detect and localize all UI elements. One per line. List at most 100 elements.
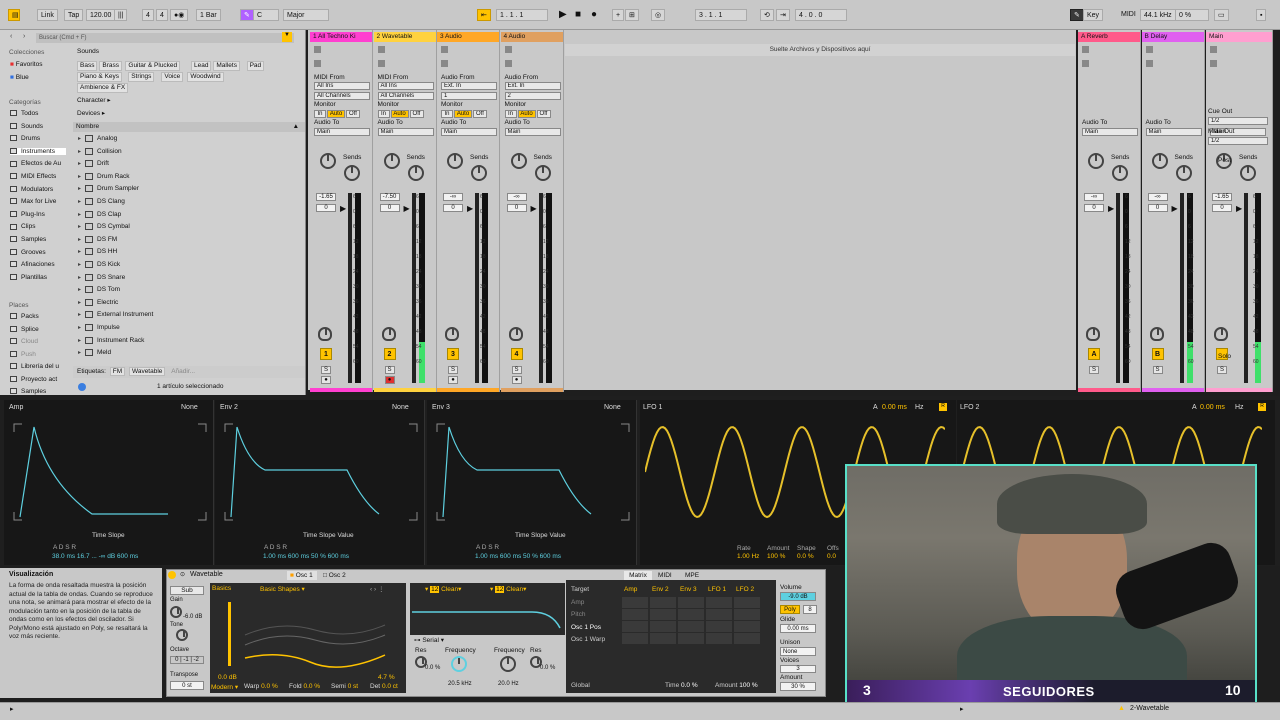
lfo1-rate-value[interactable]: 1.00 Hz [737, 553, 759, 560]
category-8[interactable]: Plug-Ins [10, 211, 45, 218]
freq-value[interactable]: 20.5 kHz [448, 681, 472, 687]
track-arm[interactable]: ● [384, 376, 395, 384]
main-out[interactable]: Main Out [1208, 128, 1234, 135]
devices-label[interactable]: Devices ▸ [77, 109, 105, 117]
device-item[interactable]: ▸ DS FM [78, 235, 117, 243]
category-9[interactable]: Clips [10, 223, 35, 230]
expand-icon[interactable]: ▸ [78, 286, 81, 293]
expand-icon[interactable]: ▸ [78, 299, 81, 306]
routing-select[interactable]: ⊶ Serial ▾ [414, 636, 444, 644]
env3-mod-select[interactable]: None [604, 404, 621, 411]
matrix-cell[interactable] [622, 609, 648, 620]
record-mode-icon[interactable]: ●◉ [170, 9, 189, 21]
track-volume[interactable]: -∞ [506, 193, 527, 201]
osc1-tab[interactable]: ■ Osc 1 [287, 571, 317, 580]
track-send-b-knob[interactable] [407, 165, 424, 181]
overdub-icon[interactable]: + [612, 9, 625, 21]
clip-slot-stop-icon[interactable] [504, 46, 512, 53]
status-arrow-icon[interactable]: ▸ [960, 705, 964, 713]
matrix-cell[interactable] [622, 633, 648, 644]
track-arm[interactable]: ● [448, 376, 458, 384]
matrix-cell[interactable] [734, 633, 760, 644]
track-name[interactable]: 3 Audio [437, 32, 499, 42]
matrix-cell[interactable] [734, 597, 760, 608]
sounds-label[interactable]: Sounds [77, 48, 99, 55]
volume-value[interactable]: -9.0 dB [780, 592, 816, 601]
amp-envelope-graph[interactable] [12, 422, 208, 522]
res2-value[interactable]: 0.0 % [540, 665, 555, 671]
scene-stop-icon[interactable] [314, 60, 321, 67]
track-activator[interactable]: 4 [510, 348, 523, 360]
matrix-cell[interactable] [706, 621, 732, 632]
matrix-cell[interactable] [678, 633, 704, 644]
track-pan[interactable]: 0 [316, 204, 336, 212]
category-6[interactable]: Modulators [10, 186, 53, 193]
scene-stop-icon[interactable] [377, 60, 385, 67]
unison-amount-value[interactable]: 30 % [780, 682, 816, 691]
audio-to-select[interactable]: Main [1082, 128, 1138, 136]
key-select[interactable]: C [253, 9, 279, 21]
expand-icon[interactable]: ▸ [78, 185, 81, 192]
env3-envelope-graph[interactable] [435, 422, 631, 522]
track-pan[interactable]: 0 [379, 204, 400, 212]
expand-icon[interactable]: ▸ [78, 324, 81, 331]
track-volume[interactable]: -7.50 [379, 193, 400, 201]
category-5[interactable]: MIDI Effects [10, 173, 56, 180]
link-button[interactable]: Link [37, 9, 58, 21]
quantize-select[interactable]: 1 Bar [196, 9, 221, 21]
return-fader[interactable] [1179, 193, 1184, 383]
view-toggle-icon[interactable]: ▤ [8, 9, 20, 21]
monitor-in[interactable]: In [314, 110, 326, 118]
collection-favoritos[interactable]: ■ Favoritos [10, 61, 42, 68]
scene-stop-icon[interactable] [1145, 60, 1153, 67]
device-item[interactable]: ▸ DS HH [78, 248, 117, 256]
matrix-cell[interactable] [622, 621, 648, 632]
track-from-select[interactable]: All Ins [377, 82, 434, 90]
tempo-field[interactable]: 120.00 [86, 9, 116, 21]
return-fader[interactable] [1116, 193, 1120, 383]
category-0[interactable]: Todos [10, 110, 38, 117]
main-pan-knob[interactable] [1214, 327, 1228, 341]
return-pan-knob[interactable] [1149, 327, 1164, 341]
track-pan-knob[interactable] [381, 327, 396, 341]
track-fader-cap[interactable]: ▶ [467, 204, 473, 213]
track-fader[interactable] [475, 193, 479, 383]
sound-chip[interactable]: Mallets [213, 61, 240, 71]
scale-select[interactable]: Major [283, 9, 329, 21]
return-solo[interactable]: S [1089, 366, 1099, 374]
lfo1-retrigger-icon[interactable]: R [939, 403, 947, 411]
category-10[interactable]: Samples [10, 236, 46, 243]
freq2-value[interactable]: 20.0 Hz [498, 681, 519, 687]
track-solo[interactable]: S [448, 366, 458, 374]
monitor-auto[interactable]: Auto [327, 110, 345, 118]
lfo1-shape-value[interactable]: 0.0 % [797, 553, 814, 560]
audio-to-select[interactable]: Main [441, 128, 497, 136]
device-item[interactable]: ▸ External Instrument [78, 311, 153, 319]
track-fader-cap[interactable]: ▶ [340, 204, 346, 213]
arrangement-position[interactable]: 1 . 1 . 1 [496, 9, 548, 21]
back-icon[interactable]: ‹ [10, 33, 12, 40]
clip-slot-stop-icon[interactable] [1145, 46, 1153, 53]
main-fader[interactable] [1244, 193, 1248, 383]
meter-den[interactable]: 4 [156, 9, 168, 21]
track-channel-select[interactable]: 2 [504, 92, 561, 100]
wavetable-fold-icon[interactable]: ⊙ [180, 571, 185, 578]
scene-stop-icon[interactable] [441, 60, 448, 67]
transpose-value[interactable]: 0 st [170, 681, 204, 690]
forward-icon[interactable]: › [23, 33, 25, 40]
cue-out-select[interactable]: 1/2 [1208, 117, 1268, 125]
octave-selector[interactable]: 0 | -1 | -2 [170, 656, 204, 664]
clip-slot-stop-icon[interactable] [441, 46, 448, 53]
midi-tab[interactable]: MIDI [658, 571, 672, 580]
device-item[interactable]: ▸ DS Clap [78, 210, 121, 218]
track-fader[interactable] [538, 193, 543, 383]
gain-knob[interactable] [170, 606, 182, 618]
poly-button[interactable]: Poly [780, 605, 800, 614]
expand-icon[interactable]: ▸ [78, 311, 81, 318]
mpe-tab[interactable]: MPE [685, 571, 699, 580]
expand-icon[interactable]: ▸ [78, 148, 81, 155]
track-name[interactable]: 1 All Techno Ki [310, 32, 372, 42]
search-input[interactable]: Buscar (Cmd + F) [36, 33, 294, 43]
cue-out[interactable]: Cue Out [1208, 108, 1232, 115]
osc-gain-value[interactable]: 0.0 dB [218, 674, 237, 681]
